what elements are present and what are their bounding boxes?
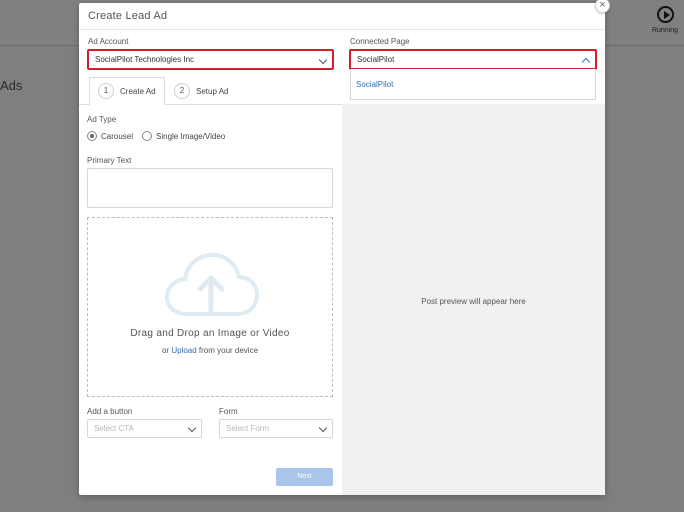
tab-label: Setup Ad [196,86,229,96]
header-divider [79,29,605,30]
chevron-down-icon [318,423,328,433]
dropdown-option-socialpilot[interactable]: SocialPilot [356,80,393,89]
running-status[interactable]: Running [650,6,680,34]
radio-single-image-video[interactable] [142,131,153,141]
next-button[interactable]: Next [276,468,333,486]
add-button-label: Add a button [87,407,133,416]
step-number: 1 [98,83,114,99]
ad-account-value: SocialPilot Technologies Inc [95,55,195,64]
tab-create-ad[interactable]: 1 Create Ad [89,77,165,105]
media-dropzone[interactable]: Drag and Drop an Image or Video or Uploa… [87,217,333,397]
radio-carousel[interactable] [87,131,97,141]
play-icon [656,6,674,23]
tab-setup-ad[interactable]: 2 Setup Ad [174,77,228,105]
modal-title: Create Lead Ad [88,10,168,22]
step-number: 2 [174,83,190,99]
ad-type-label: Ad Type [87,115,117,124]
primary-text-input[interactable] [87,168,333,208]
tab-label: Create Ad [120,86,156,96]
connected-page-label: Connected Page [350,37,410,46]
cta-placeholder: Select CTA [94,424,134,433]
dropzone-main-text: Drag and Drop an Image or Video [130,328,290,339]
form-select[interactable]: Select Form [219,419,333,438]
ad-account-select[interactable]: SocialPilot Technologies Inc [87,49,334,70]
chevron-down-icon [318,55,328,65]
preview-placeholder-text: Post preview will appear here [421,297,526,306]
post-preview-panel: Post preview will appear here [342,104,605,495]
form-label: Form [219,407,238,416]
primary-text-label: Primary Text [87,156,132,165]
background-page-title: Ads [0,78,23,93]
running-label: Running [651,27,679,34]
dropzone-sub-text: or Upload from your device [88,346,332,355]
chevron-up-icon [581,57,591,67]
cta-select[interactable]: Select CTA [87,419,202,438]
radio-carousel-label: Carousel [101,131,134,141]
ad-account-label: Ad Account [88,37,129,46]
ad-type-options: Carousel Single Image/Video [87,131,225,141]
connected-page-dropdown: SocialPilot [350,69,596,100]
form-placeholder: Select Form [226,424,270,433]
upload-link[interactable]: Upload [171,346,196,355]
connected-page-select[interactable]: SocialPilot [349,49,597,70]
radio-single-image-video-label: Single Image/Video [156,131,226,141]
connected-page-value: SocialPilot [357,55,395,64]
dropzone-suffix: from your device [196,346,259,355]
chevron-down-icon [187,423,197,433]
cloud-upload-icon [164,252,259,316]
dropzone-prefix: or [161,346,172,355]
create-lead-ad-modal: Create Lead Ad × Ad Account SocialPilot … [79,0,610,495]
